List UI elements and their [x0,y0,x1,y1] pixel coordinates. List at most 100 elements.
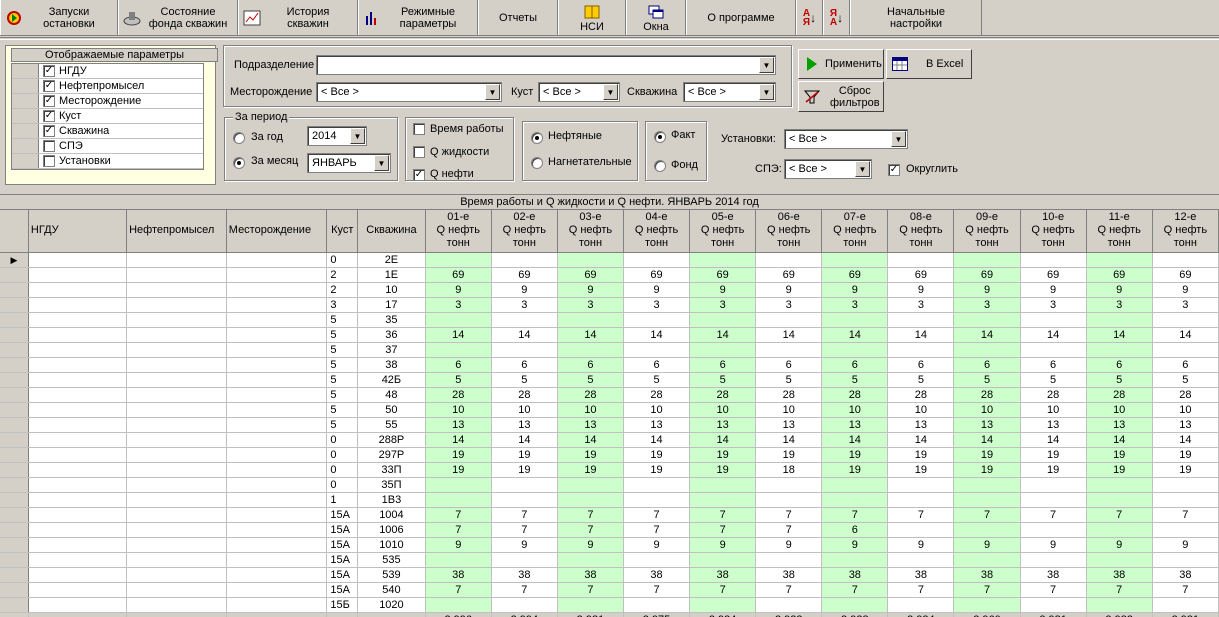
toolbar-button-1[interactable]: Состояние фонда скважин [118,0,238,35]
cell-kust[interactable]: 5 [326,357,359,373]
table-row[interactable]: 15А 1006 7 7 7 7 7 7 6 [0,522,1219,538]
cell-day-value[interactable]: 6 [425,357,492,373]
cell-day-value[interactable]: 7 [689,507,757,523]
cell-ngdu[interactable] [28,372,128,388]
cell-well[interactable]: 1004 [357,507,426,523]
chevron-down-icon[interactable]: ▼ [603,84,618,100]
cell-day-value[interactable]: 69 [821,267,889,283]
cell-promysel[interactable] [126,387,227,403]
cell-kust[interactable]: 5 [326,327,359,343]
cell-day-value[interactable]: 6 [821,522,889,538]
row-indicator[interactable] [0,282,29,298]
cell-field[interactable] [226,297,328,313]
cell-field[interactable] [226,567,328,583]
cell-day-value[interactable]: 13 [1086,417,1153,433]
cell-day-value[interactable]: 7 [887,507,955,523]
cell-day-value[interactable]: 28 [1086,387,1153,403]
cell-day-value[interactable]: 19 [623,462,691,478]
cell-day-value[interactable] [689,597,757,613]
cell-day-value[interactable] [1020,342,1087,358]
cell-day-value[interactable] [425,492,492,508]
cell-day-value[interactable]: 14 [953,327,1021,343]
cell-day-value[interactable] [953,312,1021,328]
cell-field[interactable] [226,312,328,328]
cell-day-value[interactable]: 7 [623,507,691,523]
cell-day-value[interactable]: 9 [557,282,624,298]
cell-day-value[interactable] [623,477,691,493]
cell-day-value[interactable] [623,252,691,268]
cell-day-value[interactable]: 14 [1020,327,1087,343]
cell-well[interactable]: 36 [357,327,426,343]
cell-day-value[interactable]: 7 [689,582,757,598]
toolbar-button-7[interactable]: О программе [686,0,796,35]
cell-promysel[interactable] [126,447,227,463]
cell-kust[interactable]: 5 [326,312,359,328]
row-indicator[interactable] [0,537,29,553]
table-row[interactable]: 0 288Р 14 14 14 14 14 14 14 14 14 14 14 14 [0,432,1219,448]
cell-day-value[interactable]: 7 [1152,582,1219,598]
cell-day-value[interactable] [887,252,955,268]
cell-day-value[interactable]: 3 [953,297,1021,313]
cell-well[interactable]: 48 [357,387,426,403]
cell-day-value[interactable] [1152,522,1219,538]
cell-promysel[interactable] [126,492,227,508]
row-indicator[interactable] [0,507,29,523]
cell-day-value[interactable] [491,552,558,568]
cell-day-value[interactable]: 19 [491,462,558,478]
cell-day-value[interactable]: 69 [689,267,757,283]
cell-day-value[interactable] [953,597,1021,613]
cell-day-value[interactable]: 19 [557,447,624,463]
cell-day-value[interactable]: 69 [755,267,823,283]
cell-promysel[interactable] [126,552,227,568]
param-item[interactable]: СПЭ [12,139,203,154]
cell-day-value[interactable] [1152,552,1219,568]
cell-kust[interactable]: 15А [326,552,359,568]
cell-promysel[interactable] [126,372,227,388]
cell-field[interactable] [226,252,328,268]
row-indicator[interactable] [0,477,29,493]
cell-day-value[interactable] [887,552,955,568]
column-header[interactable]: Скважина [357,210,426,253]
table-row[interactable]: 5 55 13 13 13 13 13 13 13 13 13 13 13 13 [0,417,1219,433]
param-item[interactable]: Установки [12,154,203,169]
cell-day-value[interactable] [491,492,558,508]
cell-well[interactable]: 35П [357,477,426,493]
fund-radio[interactable] [654,160,666,175]
cell-kust[interactable]: 15А [326,567,359,583]
chevron-down-icon[interactable]: ▼ [759,84,774,100]
param-checkbox[interactable]: ✓ [43,65,55,77]
cell-day-value[interactable]: 14 [623,432,691,448]
cell-day-value[interactable] [689,477,757,493]
cell-day-value[interactable]: 9 [1152,537,1219,553]
cell-day-value[interactable]: 13 [953,417,1021,433]
toolbar-button-5[interactable]: НСИ [558,0,626,35]
cell-day-value[interactable]: 7 [953,582,1021,598]
cell-day-value[interactable]: 3 [689,297,757,313]
cell-day-value[interactable] [689,342,757,358]
cell-field[interactable] [226,492,328,508]
row-indicator[interactable] [0,342,29,358]
cell-day-value[interactable]: 14 [689,432,757,448]
cell-day-value[interactable]: 3 [1086,297,1153,313]
cell-day-value[interactable] [953,252,1021,268]
cell-day-value[interactable]: 9 [953,537,1021,553]
cell-day-value[interactable] [1086,552,1153,568]
cell-kust[interactable]: 3 [326,297,359,313]
cell-kust[interactable]: 2 [326,282,359,298]
cell-day-value[interactable] [557,252,624,268]
cell-ngdu[interactable] [28,582,128,598]
cell-day-value[interactable]: 38 [1086,567,1153,583]
cell-day-value[interactable]: 28 [689,387,757,403]
cell-day-value[interactable]: 69 [887,267,955,283]
cell-day-value[interactable] [491,342,558,358]
cell-ngdu[interactable] [28,507,128,523]
row-indicator[interactable] [0,567,29,583]
fact-radio[interactable] [654,130,666,143]
cell-day-value[interactable] [1086,252,1153,268]
cell-day-value[interactable]: 69 [1086,267,1153,283]
cell-day-value[interactable]: 28 [755,387,823,403]
chevron-down-icon[interactable]: ▼ [855,161,870,177]
row-indicator[interactable] [0,387,29,403]
param-item[interactable]: ✓ Нефтепромысел [12,79,203,94]
cell-day-value[interactable]: 3 [755,297,823,313]
